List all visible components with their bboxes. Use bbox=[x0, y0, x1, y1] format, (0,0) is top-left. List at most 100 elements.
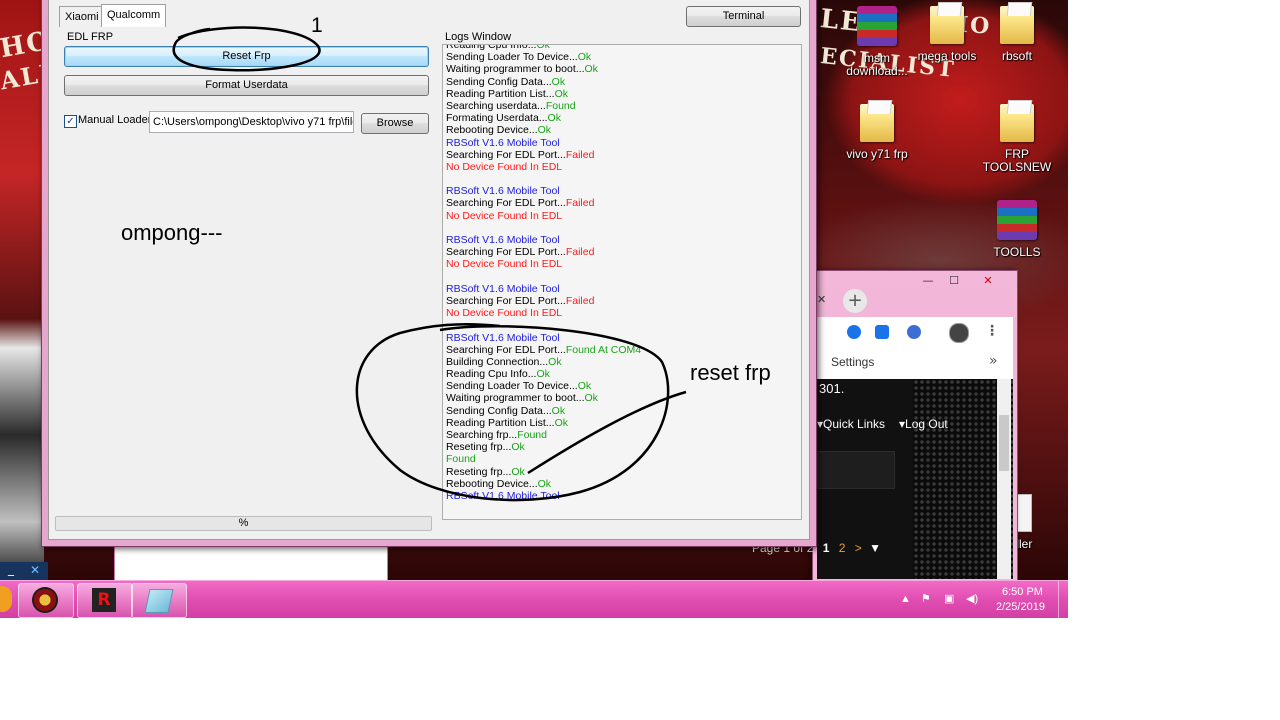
log-segment: Ok bbox=[511, 441, 525, 454]
avatar[interactable] bbox=[949, 323, 969, 343]
log-line: Building Connection...Ok bbox=[443, 356, 641, 368]
tray-network-icon[interactable]: ▣ bbox=[944, 592, 954, 605]
log-segment: Ok bbox=[554, 87, 568, 100]
desktop: HO ALI LEVI SIO ECIALIST msm download...… bbox=[0, 0, 1068, 618]
tab-qualcomm[interactable]: Qualcomm bbox=[101, 4, 167, 27]
winrar-icon bbox=[857, 6, 897, 46]
log-segment: Searching For EDL Port... bbox=[446, 294, 566, 307]
log-line: No Device Found In EDL bbox=[443, 307, 641, 319]
log-segment: Sending Config Data... bbox=[446, 404, 552, 417]
taskbar-app-rbsoft[interactable]: R bbox=[77, 583, 133, 618]
terminal-button[interactable]: Terminal bbox=[686, 6, 801, 27]
page-next-link[interactable]: 2 bbox=[839, 541, 846, 555]
log-segment: Failed bbox=[565, 294, 595, 307]
log-segment: RBSoft V1.6 Mobile Tool bbox=[446, 185, 560, 198]
taskbar-app-emblem[interactable] bbox=[18, 583, 74, 618]
log-segment: Ok bbox=[547, 112, 561, 125]
log-line: Searching For EDL Port...Failed bbox=[443, 197, 641, 209]
log-segment: Ok bbox=[577, 380, 592, 393]
manual-loader-label: Manual Loader bbox=[78, 114, 152, 126]
log-out-menu[interactable]: ▾Log Out bbox=[899, 417, 948, 431]
log-segment: Reading Partition List... bbox=[446, 87, 555, 100]
desktop-icon-label: msm download... bbox=[846, 51, 908, 78]
log-line: RBSoft V1.6 Mobile Tool bbox=[443, 490, 641, 502]
extension-icon[interactable] bbox=[907, 325, 921, 339]
log-segment: Searching For EDL Port... bbox=[446, 246, 566, 259]
show-desktop-button[interactable] bbox=[1058, 581, 1068, 618]
desktop-icon-rbsoft[interactable]: rbsoft bbox=[978, 6, 1056, 63]
tray-volume-icon[interactable]: ◀) bbox=[966, 592, 978, 605]
log-segment: Waiting programmer to boot... bbox=[446, 392, 585, 405]
log-segment: Ok bbox=[554, 416, 568, 429]
log-line: Searching frp...Found bbox=[443, 429, 641, 441]
scrollbar-thumb[interactable] bbox=[999, 415, 1009, 471]
desktop-icon-vivo-y71-frp[interactable]: vivo y71 frp bbox=[838, 104, 916, 161]
log-segment: Searching For EDL Port... bbox=[446, 148, 566, 161]
log-line: Searching userdata...Found bbox=[443, 100, 641, 112]
log-segment: Waiting programmer to boot... bbox=[446, 63, 585, 76]
bookmarks-more-icon[interactable]: » bbox=[989, 353, 998, 369]
annotation-number: 1 bbox=[311, 14, 323, 37]
progress-bar: % bbox=[55, 516, 432, 531]
desktop-icon-toolls[interactable]: TOOLLS bbox=[978, 200, 1056, 259]
log-segment: Ok bbox=[537, 477, 552, 490]
desktop-icon-frp-toolsnew[interactable]: FRP TOOLSNEW bbox=[978, 104, 1056, 174]
browser-maximize-button[interactable]: ☐ bbox=[943, 274, 965, 288]
desktop-icon-mega-tools[interactable]: mega tools bbox=[908, 6, 986, 63]
desktop-icon-label: FRP TOOLSNEW bbox=[982, 147, 1052, 174]
browser-window: — ☐ ✕ ✕ + ⋮ Settings » 301. ▾Quick Links… bbox=[812, 270, 1018, 582]
page-next-arrow[interactable]: > bbox=[855, 541, 862, 555]
log-segment: RBSoft V1.6 Mobile Tool bbox=[446, 234, 560, 246]
desktop-icon-label: vivo y71 frp bbox=[846, 147, 908, 161]
log-line: Found bbox=[443, 453, 641, 465]
log-line: RBSoft V1.6 Mobile Tool bbox=[443, 283, 641, 295]
taskbar: R ▲ ⚑ ▣ ◀) 6:50 PM 2/25/2019 bbox=[0, 580, 1068, 618]
reset-frp-button[interactable]: Reset Frp bbox=[64, 46, 429, 67]
start-button[interactable] bbox=[0, 586, 12, 612]
search-icon[interactable] bbox=[847, 325, 861, 339]
loader-path-input[interactable]: C:\Users\ompong\Desktop\vivo y71 frp\fil… bbox=[149, 111, 354, 133]
log-line: Waiting programmer to boot...Ok bbox=[443, 63, 641, 75]
log-segment: Reseting frp... bbox=[446, 441, 512, 454]
log-line: Reading Cpu Info...Ok bbox=[443, 45, 641, 51]
tray-flag-icon[interactable]: ⚑ bbox=[921, 592, 931, 605]
desktop-icon-label: TOOLLS bbox=[993, 245, 1041, 259]
log-line: Rebooting Device...Ok bbox=[443, 478, 641, 490]
browser-close-button[interactable]: ✕ bbox=[977, 274, 999, 288]
vertical-scrollbar[interactable] bbox=[997, 379, 1011, 579]
log-segment: RBSoft V1.6 Mobile Tool bbox=[446, 331, 560, 344]
folder-icon bbox=[1000, 104, 1034, 142]
search-icon[interactable] bbox=[875, 325, 889, 339]
format-userdata-button[interactable]: Format Userdata bbox=[64, 75, 429, 96]
log-list: Reading Cpu Info...Ok Sending Loader To D… bbox=[443, 45, 641, 502]
log-segment: Sending Loader To Device... bbox=[446, 380, 578, 393]
logs-window[interactable]: Reading Cpu Info...Ok Sending Loader To D… bbox=[442, 44, 802, 520]
quick-links-menu[interactable]: ▾Quick Links bbox=[817, 417, 885, 431]
quick-links-label: Quick Links bbox=[823, 417, 886, 431]
clock-date[interactable]: 2/25/2019 bbox=[996, 601, 1045, 613]
log-segment: Reading Cpu Info... bbox=[446, 368, 537, 381]
desktop-icon-label: mega tools bbox=[917, 49, 977, 63]
log-segment: Failed bbox=[565, 148, 595, 161]
strip-close-icon[interactable]: ✕ bbox=[30, 563, 40, 577]
bookmark-settings[interactable]: Settings bbox=[831, 355, 874, 369]
log-line: RBSoft V1.6 Mobile Tool bbox=[443, 137, 641, 149]
menu-icon[interactable]: ⋮ bbox=[985, 323, 999, 339]
tab-close-icon[interactable]: ✕ bbox=[817, 293, 826, 306]
browser-minimize-button[interactable]: — bbox=[917, 274, 939, 288]
strip-minimize-icon[interactable]: _ bbox=[8, 562, 14, 576]
tab-xiaomi[interactable]: Xiaomi bbox=[59, 6, 105, 27]
tray-show-hidden-icon[interactable]: ▲ bbox=[900, 593, 911, 605]
log-segment: No Device Found In EDL bbox=[446, 160, 563, 173]
dropdown-icon[interactable]: ▼ bbox=[869, 541, 881, 555]
taskbar-app-note[interactable] bbox=[131, 583, 187, 618]
manual-loader-checkbox[interactable]: ✓ bbox=[64, 115, 77, 128]
desktop-icon-msm-download[interactable]: msm download... bbox=[838, 6, 916, 78]
log-line: Searching For EDL Port...Failed bbox=[443, 295, 641, 307]
log-segment: RBSoft V1.6 Mobile Tool bbox=[446, 489, 560, 502]
clock-time[interactable]: 6:50 PM bbox=[1002, 586, 1043, 598]
new-tab-button[interactable]: + bbox=[843, 289, 867, 313]
browse-button[interactable]: Browse bbox=[361, 113, 429, 134]
